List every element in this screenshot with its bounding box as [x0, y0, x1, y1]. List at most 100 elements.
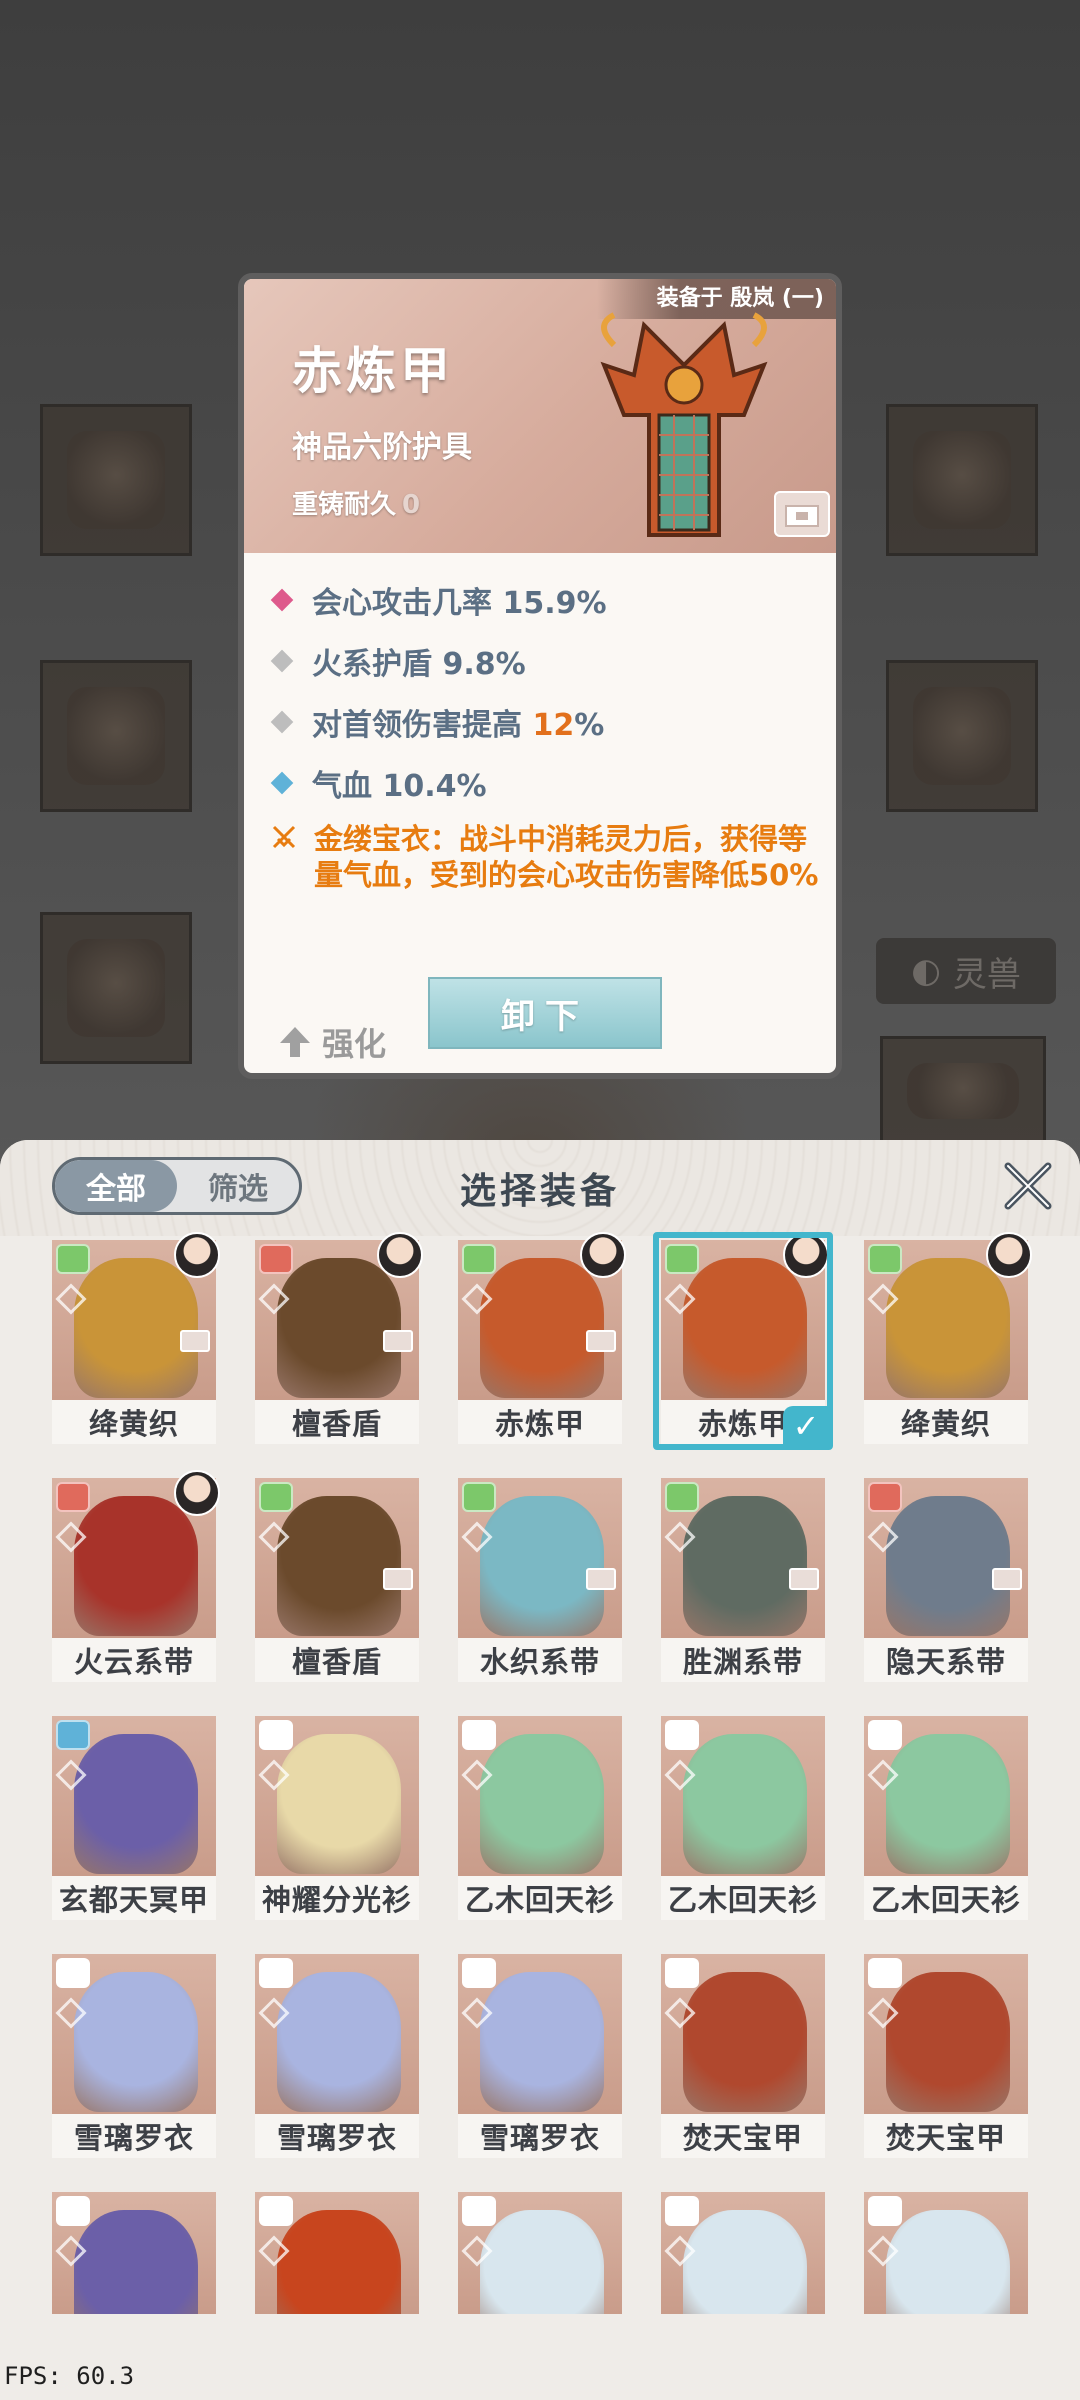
- item-thumbnail: [661, 1954, 825, 2114]
- armor-rank-icon: [868, 1958, 902, 1988]
- lock-icon: [383, 1330, 413, 1352]
- pet-icon: ◐: [911, 951, 941, 991]
- item-art: [683, 1734, 807, 1874]
- close-icon[interactable]: [996, 1154, 1060, 1218]
- equipment-item[interactable]: 雪璃罗衣: [50, 1952, 218, 2158]
- armor-rank-icon: [462, 1482, 496, 1512]
- equipment-item[interactable]: 檀香盾: [253, 1232, 423, 1444]
- armor-rank-icon: [259, 1720, 293, 1750]
- item-thumbnail: [661, 2192, 825, 2314]
- item-thumbnail: [864, 1954, 1028, 2114]
- equipment-item[interactable]: 隐天系带: [862, 1476, 1030, 1682]
- item-art: [277, 1734, 401, 1874]
- item-art: [886, 1734, 1010, 1874]
- item-art: [886, 2210, 1010, 2314]
- item-name: 乙木回天衫: [458, 1876, 622, 1920]
- armor-rank-icon: [259, 1482, 293, 1512]
- armor-rank-icon: [665, 1720, 699, 1750]
- equipment-item[interactable]: 雪璃罗衣: [456, 1952, 624, 2158]
- item-art: [277, 1972, 401, 2112]
- item-art: [74, 1258, 198, 1398]
- stat-highlight: 12: [532, 707, 575, 743]
- item-thumbnail: [255, 1716, 419, 1876]
- armor-rank-icon: [259, 2196, 293, 2226]
- equipment-item[interactable]: 绛黄织: [862, 1232, 1032, 1444]
- equipment-item[interactable]: 胜渊系带: [659, 1476, 827, 1682]
- item-name: 雪璃罗衣: [255, 2114, 419, 2158]
- equipment-item[interactable]: 赤炼甲 ✓: [653, 1232, 833, 1450]
- item-art: [886, 1496, 1010, 1636]
- lock-icon: [180, 1330, 210, 1352]
- lock-toggle-icon[interactable]: [774, 491, 830, 537]
- item-art: [886, 1972, 1010, 2112]
- equipment-item[interactable]: 玄都天冥甲: [50, 1714, 218, 1920]
- detail-header: 装备于 殷岚 (一) 赤炼甲 神品六阶护具 重铸耐久 0: [244, 279, 836, 553]
- equipment-item[interactable]: 雪璃罗衣: [253, 1952, 421, 2158]
- item-name: 神耀分光衫: [255, 1876, 419, 1920]
- equipment-item[interactable]: 乙木回天衫: [862, 1714, 1030, 1920]
- bg-armor-slot: [40, 660, 192, 812]
- lock-icon: [383, 1568, 413, 1590]
- item-art: [74, 1734, 198, 1874]
- unequip-button[interactable]: 卸下: [428, 977, 662, 1049]
- item-art: [74, 2210, 198, 2314]
- armor-rank-icon: [259, 1958, 293, 1988]
- item-name: 焚天宝甲: [864, 2114, 1028, 2158]
- equipment-item[interactable]: [456, 2190, 624, 2396]
- armor-rank-icon: [462, 1720, 496, 1750]
- owner-avatar: [986, 1232, 1032, 1278]
- item-art: [480, 1972, 604, 2112]
- equipment-item[interactable]: [862, 2190, 1030, 2396]
- equipment-item[interactable]: 檀香盾: [253, 1476, 421, 1682]
- armor-rank-icon: [462, 1958, 496, 1988]
- item-name: 绛黄织: [52, 1400, 216, 1444]
- item-thumbnail: [255, 2192, 419, 2314]
- item-name: 隐天系带: [864, 1638, 1028, 1682]
- equipment-item[interactable]: [253, 2190, 421, 2396]
- equipment-item[interactable]: 乙木回天衫: [456, 1714, 624, 1920]
- item-art: [683, 1496, 807, 1636]
- stat-row: 对首领伤害提高 12%: [270, 691, 830, 752]
- armor-rank-icon: [56, 1720, 90, 1750]
- armor-rank-icon: [56, 1482, 90, 1512]
- stat-prefix: 对首领伤害提高: [312, 707, 533, 743]
- armor-rank-icon: [868, 1244, 902, 1274]
- item-art: [683, 1972, 807, 2112]
- bg-boots-slot: [40, 912, 192, 1064]
- equipment-item[interactable]: 神耀分光衫: [253, 1714, 421, 1920]
- enhance-label: 强化: [322, 1025, 387, 1063]
- equipment-item[interactable]: 绛黄织: [50, 1232, 220, 1444]
- bg-pet-slot: [880, 1036, 1046, 1146]
- item-name: 水织系带: [458, 1638, 622, 1682]
- armor-rank-icon: [56, 2196, 90, 2226]
- item-name: 雪璃罗衣: [52, 2114, 216, 2158]
- equipment-item[interactable]: 乙木回天衫: [659, 1714, 827, 1920]
- item-thumbnail: [52, 1716, 216, 1876]
- item-name: 赤炼甲: [292, 342, 454, 400]
- armor-rank-icon: [462, 2196, 496, 2226]
- armor-rank-icon: [462, 1244, 496, 1274]
- equipment-item[interactable]: 焚天宝甲: [659, 1952, 827, 2158]
- stats-list: 会心攻击几率 15.9% 火系护盾 9.8% 对首领伤害提高 12% 气血 10…: [270, 569, 830, 893]
- equipment-item[interactable]: 水织系带: [456, 1476, 624, 1682]
- equipment-item[interactable]: 火云系带: [50, 1470, 220, 1682]
- item-art: [683, 2210, 807, 2314]
- checkmark-icon: ✓: [783, 1406, 829, 1446]
- set-effect-icon: [272, 825, 296, 849]
- equipment-item[interactable]: 赤炼甲: [456, 1232, 626, 1444]
- item-grade: 神品六阶护具: [292, 430, 472, 465]
- equipment-item[interactable]: 焚天宝甲: [862, 1952, 1030, 2158]
- item-art: [480, 1496, 604, 1636]
- item-name: 赤炼甲: [458, 1400, 622, 1444]
- stat-row: 会心攻击几率 15.9%: [270, 569, 830, 630]
- item-art: [886, 1258, 1010, 1398]
- item-thumbnail: [661, 1478, 825, 1638]
- item-art: [74, 1496, 198, 1636]
- item-thumbnail: [458, 2192, 622, 2314]
- enhance-button[interactable]: 强化: [278, 1019, 386, 1065]
- item-name: 绛黄织: [864, 1400, 1028, 1444]
- equipment-item[interactable]: [659, 2190, 827, 2396]
- item-name: 火云系带: [52, 1638, 216, 1682]
- stat-text: 会心攻击几率 15.9%: [312, 585, 607, 621]
- diamond-icon: [270, 588, 294, 611]
